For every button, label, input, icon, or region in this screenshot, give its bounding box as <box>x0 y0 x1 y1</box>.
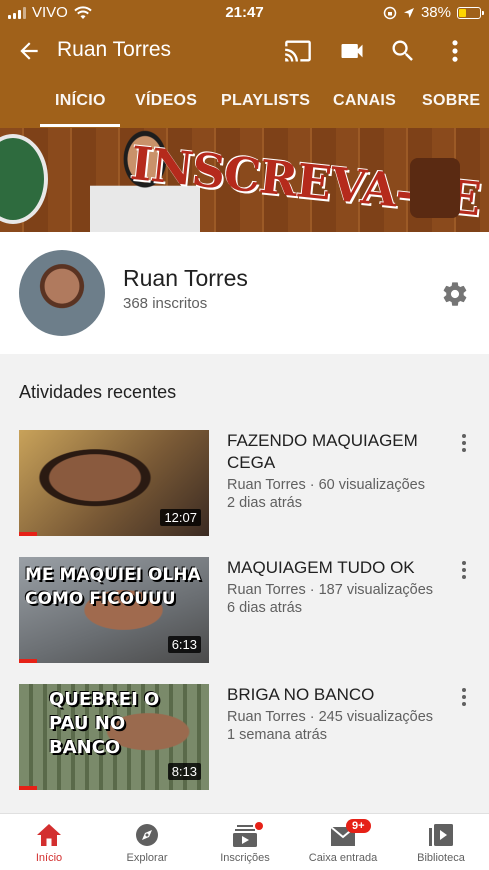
video-age: 1 semana atrás <box>227 727 327 743</box>
video-camera-icon[interactable] <box>338 37 366 65</box>
video-thumbnail[interactable]: ME MAQUIEI OLHA COMO FICOUUU 6:13 <box>19 557 209 663</box>
channel-info: Ruan Torres 368 inscritos <box>0 232 489 354</box>
video-item[interactable]: QUEBREI O PAU NO BANCO 8:13 BRIGA NO BAN… <box>0 684 489 794</box>
nav-inicio[interactable]: Início <box>0 814 98 870</box>
tab-inicio[interactable]: INÍCIO <box>55 92 106 110</box>
thumbnail-caption: ME MAQUIEI OLHA COMO FICOUUU <box>25 565 201 609</box>
battery-percent: 38% <box>420 4 451 21</box>
video-age: 6 dias atrás <box>227 600 302 616</box>
video-item[interactable]: ME MAQUIEI OLHA COMO FICOUUU 6:13 MAQUIA… <box>0 557 489 667</box>
rotation-lock-icon <box>383 6 397 19</box>
nav-inscricoes[interactable]: Inscrições <box>196 814 294 870</box>
banner-logo-image <box>0 134 48 224</box>
watch-progress-bar <box>19 786 37 790</box>
gear-icon[interactable] <box>441 280 469 308</box>
watch-progress-bar <box>19 532 37 536</box>
back-arrow-icon[interactable] <box>16 38 42 64</box>
location-icon <box>403 7 414 18</box>
recent-activity-section: Atividades recentes 12:07 FAZENDO MAQUIA… <box>0 354 489 813</box>
thumbnail-caption: QUEBREI O PAU NO BANCO <box>49 689 160 758</box>
section-title: Atividades recentes <box>19 382 177 402</box>
app-bar: Ruan Torres <box>0 26 489 76</box>
nav-label: Caixa entrada <box>308 852 378 864</box>
video-channel-views: Ruan Torres · 245 visualizações <box>227 709 434 725</box>
battery-icon <box>457 6 484 19</box>
notification-dot <box>255 822 263 830</box>
more-vert-icon[interactable] <box>441 37 469 65</box>
nav-label: Inscrições <box>220 852 270 864</box>
avatar[interactable] <box>19 250 105 336</box>
tab-videos[interactable]: VÍDEOS <box>135 92 197 110</box>
bottom-nav: Início Explorar Inscrições 9+ Caixa entr… <box>0 813 489 870</box>
inbox-badge: 9+ <box>346 819 371 833</box>
banner-dessert-image <box>410 158 460 218</box>
active-tab-indicator <box>40 124 120 127</box>
nav-explorar[interactable]: Explorar <box>98 814 196 870</box>
channel-tabs: INÍCIO VÍDEOS PLAYLISTS CANAIS SOBRE <box>0 76 489 128</box>
more-vert-icon[interactable] <box>458 432 470 454</box>
tab-canais[interactable]: CANAIS <box>333 92 396 110</box>
nav-label: Biblioteca <box>417 852 465 864</box>
home-icon <box>37 824 61 846</box>
compass-icon <box>136 824 158 846</box>
video-title[interactable]: BRIGA NO BANCO <box>227 684 452 706</box>
video-duration: 12:07 <box>160 509 201 526</box>
channel-banner: INSCREVA-SE <box>0 128 489 232</box>
video-duration: 6:13 <box>167 636 201 653</box>
video-title[interactable]: FAZENDO MAQUIAGEM CEGA <box>227 430 452 474</box>
video-thumbnail[interactable]: QUEBREI O PAU NO BANCO 8:13 <box>19 684 209 790</box>
video-channel-views: Ruan Torres · 187 visualizações <box>227 582 434 598</box>
tab-sobre[interactable]: SOBRE <box>422 92 480 110</box>
watch-progress-bar <box>19 659 37 663</box>
video-item[interactable]: 12:07 FAZENDO MAQUIAGEM CEGA Ruan Torres… <box>0 430 489 540</box>
video-duration: 8:13 <box>167 763 201 780</box>
library-icon <box>429 824 453 846</box>
nav-label: Início <box>35 852 63 864</box>
subscriber-count: 368 inscritos <box>123 295 208 312</box>
nav-caixa-entrada[interactable]: 9+ Caixa entrada <box>294 814 392 870</box>
video-age: 2 dias atrás <box>227 495 302 511</box>
search-icon[interactable] <box>389 37 417 65</box>
status-bar: VIVO 21:47 38% <box>0 0 489 26</box>
more-vert-icon[interactable] <box>458 686 470 708</box>
nav-biblioteca[interactable]: Biblioteca <box>392 814 489 870</box>
nav-label: Explorar <box>126 852 168 864</box>
channel-title: Ruan Torres <box>57 38 172 61</box>
header: VIVO 21:47 38% Ruan Torres INÍCIO VÍDEOS… <box>0 0 489 128</box>
cast-icon[interactable] <box>284 37 312 65</box>
tab-playlists[interactable]: PLAYLISTS <box>221 92 310 110</box>
video-thumbnail[interactable]: 12:07 <box>19 430 209 536</box>
more-vert-icon[interactable] <box>458 559 470 581</box>
video-title[interactable]: MAQUIAGEM TUDO OK <box>227 557 452 579</box>
channel-name: Ruan Torres <box>123 265 248 291</box>
video-channel-views: Ruan Torres · 60 visualizações <box>227 477 425 493</box>
